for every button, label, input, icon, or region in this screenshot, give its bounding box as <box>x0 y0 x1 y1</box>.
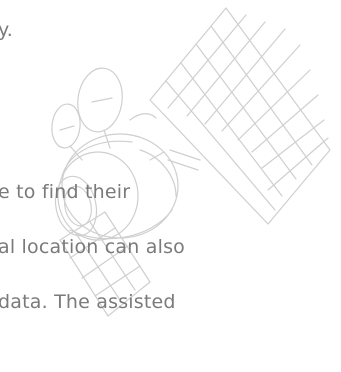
text-line-1: y. <box>0 19 13 41</box>
solar-panel <box>149 7 331 225</box>
text-line-4: data. The assisted <box>0 291 176 313</box>
text-line-2: e to find their <box>0 181 131 203</box>
text-line-3: al location can also <box>0 236 186 258</box>
